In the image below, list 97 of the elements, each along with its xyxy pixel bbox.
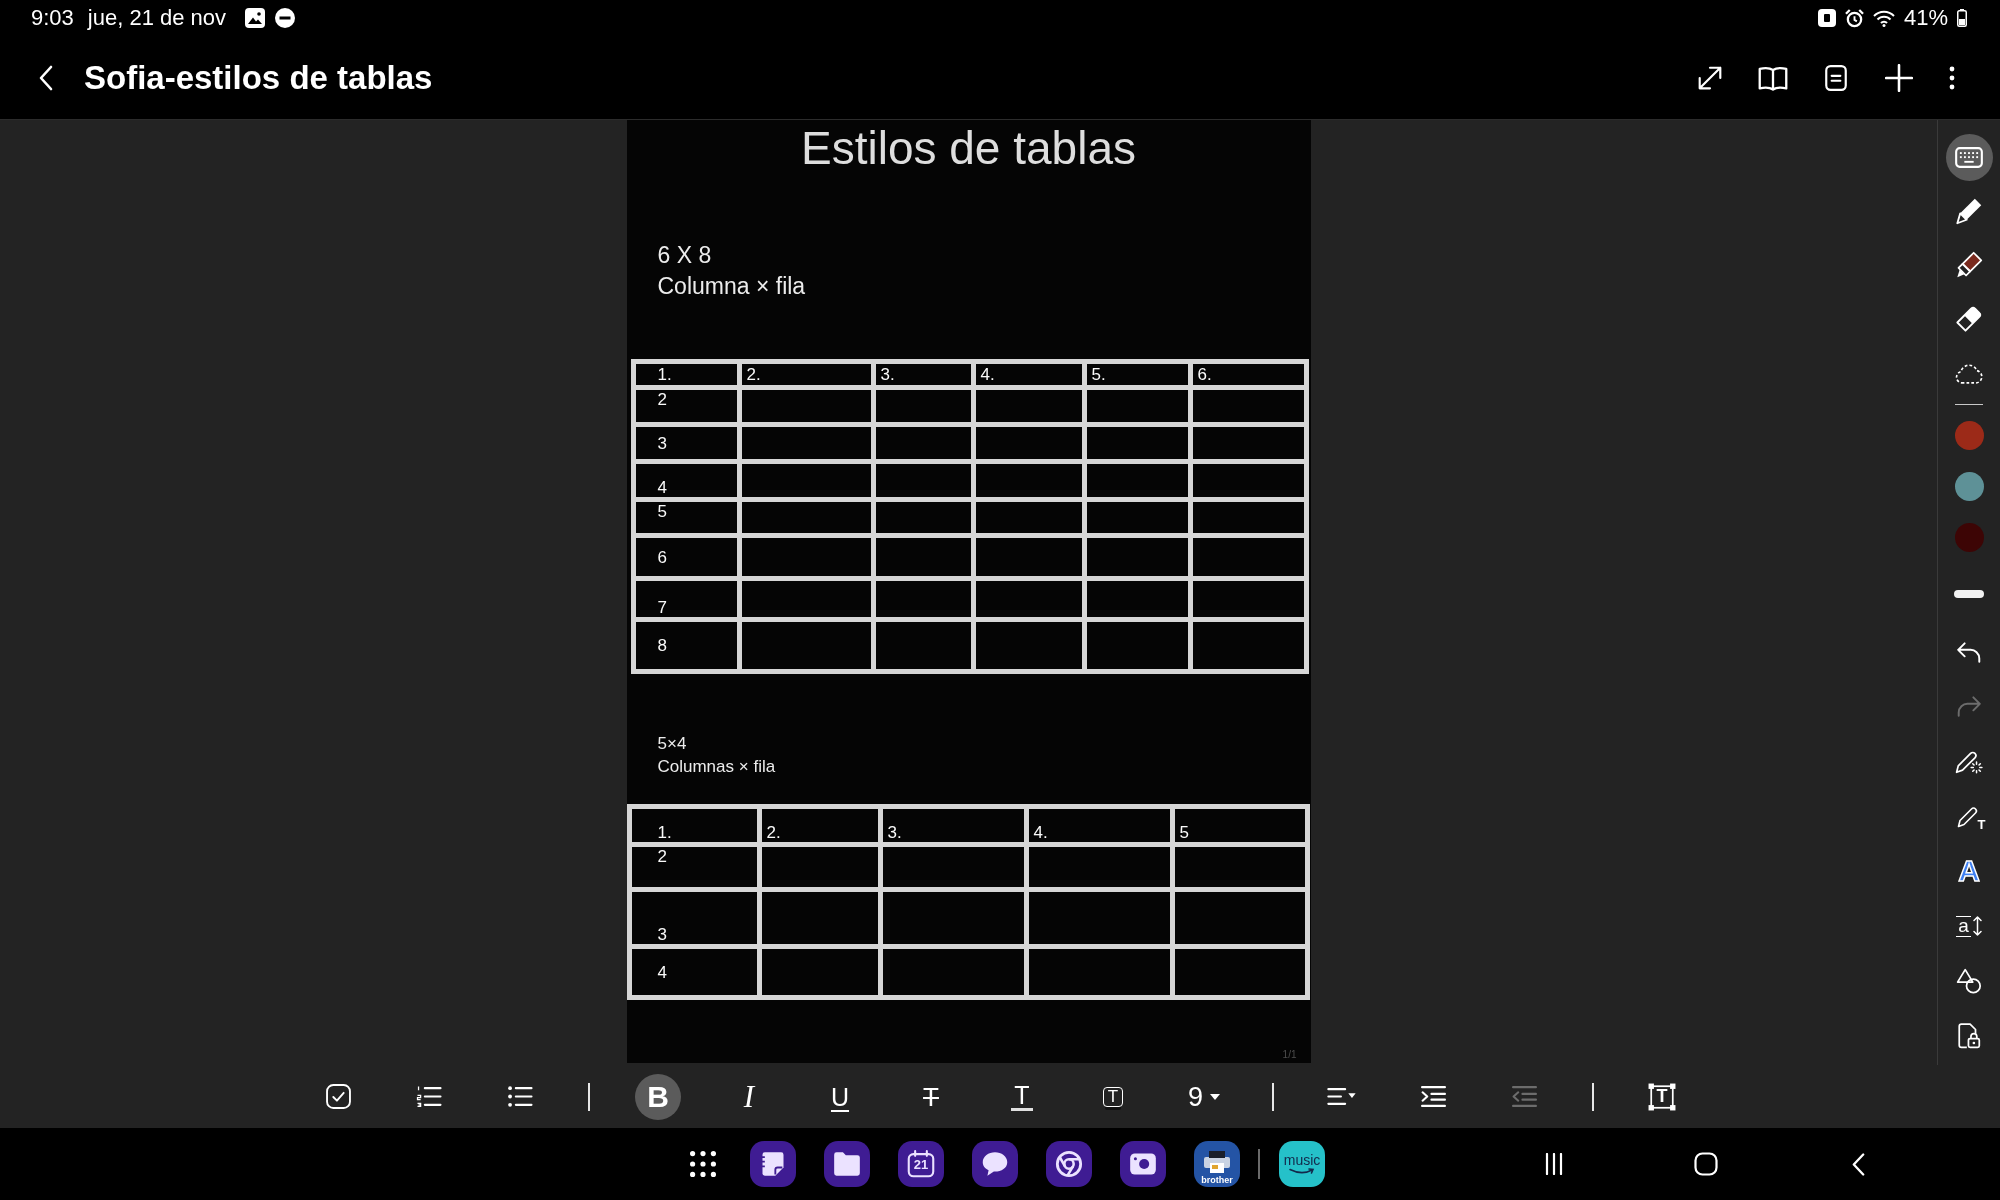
font-size-button[interactable]: 9: [1181, 1073, 1227, 1120]
square-icon: [1817, 9, 1836, 27]
table-cell: 4.: [1028, 809, 1170, 842]
table-cell: 5: [635, 502, 737, 533]
back-icon: [39, 64, 53, 91]
back-icon: [1851, 1152, 1865, 1176]
outdent-icon: [1511, 1085, 1537, 1108]
table-cell: 4: [631, 949, 757, 995]
camera-app-button[interactable]: [1120, 1141, 1166, 1187]
table-cell: 4: [635, 464, 737, 497]
folder-icon: [833, 1151, 861, 1177]
battery-icon: [1957, 9, 1967, 27]
page-icon: [1825, 64, 1847, 91]
table-cell: 1.: [635, 364, 737, 385]
strikethrough-button[interactable]: T: [908, 1073, 954, 1120]
files-app-button[interactable]: [824, 1141, 870, 1187]
frame-icon: [1648, 1082, 1676, 1111]
redo-icon: [1956, 695, 1982, 717]
undo-icon: [1956, 640, 1982, 663]
lasso-icon: [1954, 362, 1984, 384]
home-icon: [1694, 1152, 1718, 1176]
italic-button[interactable]: I: [726, 1073, 772, 1120]
browser-app-button[interactable]: [1046, 1141, 1092, 1187]
stroke-width-icon[interactable]: [1954, 589, 1984, 598]
highlighter-icon: [1955, 251, 1983, 279]
notes-app-button[interactable]: [750, 1141, 796, 1187]
calendar-icon: [907, 1150, 935, 1178]
pen-icon: [1955, 197, 1983, 225]
battery-percent: 41%: [1903, 5, 1948, 31]
image-icon: [245, 8, 266, 28]
section-heading: 6 X 8: [657, 241, 712, 270]
notebook-icon: [759, 1150, 787, 1178]
pen-to-text-button[interactable]: T: [1945, 792, 1993, 840]
table-cell: 3.: [882, 809, 1024, 842]
clock: 9:03: [31, 5, 74, 31]
table-cell: 2: [635, 390, 737, 422]
table-cell: 2.: [741, 364, 871, 385]
table-cell: 5.: [1086, 364, 1188, 385]
apps-button[interactable]: [690, 1151, 716, 1177]
text-style-button[interactable]: A: [1945, 847, 1993, 895]
indent-icon: [1420, 1085, 1446, 1108]
vertical-arrow-icon: [1972, 916, 1982, 936]
page-title: Estilos de tablas: [801, 121, 1136, 176]
table-cell: 3: [635, 427, 737, 459]
table-cell: 2: [631, 847, 757, 887]
messages-app-button[interactable]: [972, 1141, 1018, 1187]
font-color-button[interactable]: T: [999, 1073, 1045, 1120]
shapes-icon: [1956, 968, 1982, 994]
text-box-button[interactable]: T: [1639, 1073, 1685, 1120]
swatch-icon[interactable]: [1954, 471, 1984, 501]
calendar-app-button[interactable]: 21: [898, 1141, 944, 1187]
music-app-button[interactable]: music: [1279, 1141, 1325, 1187]
printer-app-button[interactable]: brother: [1194, 1141, 1240, 1187]
section-subheading: Columna × fila: [657, 272, 806, 301]
table-cell: 3.: [875, 364, 971, 385]
keyboard-icon: [1955, 146, 1983, 168]
ring-icon: [1055, 1150, 1083, 1178]
date: jue, 21 de nov: [87, 5, 227, 31]
camera-icon: [1129, 1152, 1157, 1176]
table-cell: 2.: [761, 809, 878, 842]
curved-arrow-icon: [1289, 1168, 1315, 1175]
printer-icon: [1202, 1150, 1232, 1174]
bold-button[interactable]: B: [635, 1073, 681, 1120]
wifi-icon: [1872, 9, 1895, 27]
page-number: 1/1: [1282, 1049, 1297, 1061]
table-cell: 8: [635, 622, 737, 669]
speech-bubble-icon: [981, 1151, 1009, 1177]
recents-icon: [1544, 1153, 1564, 1175]
checkbox-icon: [325, 1084, 351, 1109]
table-cell: 4.: [975, 364, 1082, 385]
highlight-button[interactable]: T: [1090, 1073, 1136, 1120]
apps-grid-icon: [690, 1151, 716, 1177]
eraser-icon: [1955, 305, 1983, 333]
caret-icon: [1210, 1093, 1220, 1100]
do-not-disturb-icon: [275, 8, 296, 28]
table-cell: 6.: [1192, 364, 1304, 385]
align-icon: [1327, 1086, 1357, 1107]
table-cell: 1.: [631, 809, 757, 842]
table-cell: 3: [631, 892, 757, 944]
swatch-icon[interactable]: [1954, 522, 1984, 552]
bullet-list-icon: [507, 1085, 533, 1108]
text-size-button[interactable]: a: [1945, 902, 1993, 950]
table-cell: 5: [1174, 809, 1305, 842]
plus-icon: [1885, 63, 1913, 92]
locked-page-icon: [1957, 1023, 1981, 1049]
underline-button[interactable]: U: [817, 1073, 863, 1120]
section-subheading: Columnas × fila: [657, 756, 776, 778]
table-cell: 6: [635, 538, 737, 576]
swatch-icon[interactable]: [1954, 420, 1984, 450]
table-cell: 7: [635, 581, 737, 617]
more-icon: [1949, 65, 1955, 90]
numbered-list-icon: [416, 1085, 442, 1108]
book-icon: [1758, 64, 1788, 91]
alarm-icon: [1844, 8, 1864, 28]
note-title: Sofia-estilos de tablas: [84, 57, 433, 98]
expand-icon: [1697, 64, 1723, 91]
section-heading: 5×4: [657, 733, 687, 755]
